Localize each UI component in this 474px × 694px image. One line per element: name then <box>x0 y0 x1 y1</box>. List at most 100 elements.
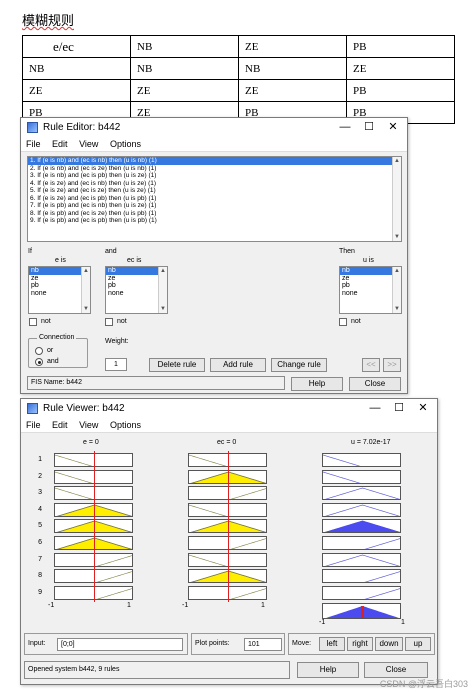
matlab-icon <box>27 122 38 133</box>
change-rule-button[interactable]: Change rule <box>271 358 327 372</box>
rule-item[interactable]: 1. If (e is nb) and (ec is nb) then (u i… <box>28 157 401 165</box>
rule-row-number: 7 <box>38 555 42 563</box>
e-mf-list[interactable]: nb ze pb none ▲ ▼ <box>28 266 91 314</box>
u-rule-plot <box>322 469 401 484</box>
or-label: or <box>47 347 54 354</box>
move-left-button[interactable]: left <box>319 637 345 651</box>
and-radio-label: and <box>47 358 59 365</box>
and-label: and <box>105 248 117 255</box>
ec-not-checkbox[interactable] <box>105 318 113 326</box>
add-rule-button[interactable]: Add rule <box>210 358 266 372</box>
maximize-icon[interactable]: ☐ <box>357 119 381 135</box>
menu-view[interactable]: View <box>74 137 102 149</box>
rule-item[interactable]: 2. If (e is nb) and (ec is ze) then (u i… <box>28 165 401 173</box>
ec-axis-max: 1 <box>261 602 265 609</box>
minimize-icon[interactable]: — <box>333 119 357 135</box>
plot-points-field[interactable]: 101 <box>244 638 282 651</box>
mf-outline <box>323 471 361 483</box>
rule-row-number: 1 <box>38 456 42 463</box>
rule-row-number: 5 <box>38 522 42 530</box>
close-button[interactable]: Close <box>349 377 401 391</box>
move-right-button[interactable]: right <box>347 637 373 651</box>
scroll-down-icon[interactable]: ▼ <box>159 305 167 313</box>
weight-label: Weight: <box>105 338 129 345</box>
u-rule-plot <box>322 502 401 517</box>
scroll-down-icon[interactable]: ▼ <box>82 305 90 313</box>
menu-options[interactable]: Options <box>105 137 145 149</box>
rule-item[interactable]: 5. If (e is ze) and (ec is ze) then (u i… <box>28 187 401 195</box>
weight-input[interactable]: 1 <box>105 358 127 371</box>
u-is-label: u is <box>363 257 374 264</box>
table-header-cell: PB <box>346 35 455 58</box>
u-mf-list[interactable]: nb ze pb none ▲ ▼ <box>339 266 402 314</box>
e-not-checkbox[interactable] <box>29 318 37 326</box>
doc-heading: 模糊规则 <box>22 13 75 28</box>
u-rule-plot <box>322 552 401 567</box>
scroll-up-icon[interactable]: ▲ <box>393 157 401 165</box>
mf-outline <box>364 588 400 599</box>
rule-list-scrollbar[interactable]: ▲ ▼ <box>392 157 401 241</box>
ec-mf-list[interactable]: nb ze pb none ▲ ▼ <box>105 266 168 314</box>
scroll-up-icon[interactable]: ▲ <box>393 267 401 275</box>
u-axis-min: -1 <box>319 619 326 626</box>
input-label: Input: <box>28 640 46 647</box>
rule-item[interactable]: 6. If (e is ze) and (ec is pb) then (u i… <box>28 195 401 203</box>
help-button[interactable]: Help <box>291 377 343 391</box>
rule-editor-menubar: File Edit View Options <box>21 137 407 152</box>
rule-item[interactable]: 4. If (e is ze) and (ec is nb) then (u i… <box>28 180 401 188</box>
or-radio[interactable] <box>35 347 43 355</box>
rule-list[interactable]: 1. If (e is nb) and (ec is nb) then (u i… <box>27 156 402 242</box>
u-rule-plot <box>322 486 401 501</box>
rule-row-number: 2 <box>38 472 42 480</box>
e-axis-max: 1 <box>127 602 131 609</box>
delete-rule-button[interactable]: Delete rule <box>149 358 205 372</box>
table-cell: PB <box>346 79 455 102</box>
close-icon[interactable]: ✕ <box>381 119 405 135</box>
output-marker <box>361 606 364 619</box>
table-header-cell: e/ec <box>22 35 131 58</box>
rule-item[interactable]: 3. If (e is nb) and (ec is pb) then (u i… <box>28 172 401 180</box>
e-input-line[interactable] <box>93 451 95 603</box>
move-down-button[interactable]: down <box>375 637 403 651</box>
table-cell: NB <box>130 57 239 80</box>
scroll-up-icon[interactable]: ▲ <box>159 267 167 275</box>
u-not-checkbox[interactable] <box>339 318 347 326</box>
prev-rule-button[interactable]: << <box>362 358 380 372</box>
menu-file[interactable]: File <box>21 137 45 149</box>
menu-edit[interactable]: Edit <box>47 137 72 149</box>
rule-item[interactable]: 7. If (e is pb) and (ec is nb) then (u i… <box>28 202 401 210</box>
rule-row-number: 3 <box>38 489 42 497</box>
output-fill <box>326 521 399 533</box>
input-field[interactable]: [0;0] <box>57 638 183 651</box>
ec-axis-min: -1 <box>182 602 189 609</box>
scroll-down-icon[interactable]: ▼ <box>393 305 401 313</box>
rule-item[interactable]: 9. If (e is pb) and (ec is pb) then (u i… <box>28 217 401 225</box>
table-cell: ZE <box>22 79 131 102</box>
u-list-scrollbar[interactable]: ▲ ▼ <box>392 267 401 313</box>
e-list-scrollbar[interactable]: ▲ ▼ <box>81 267 90 313</box>
ec-is-label: ec is <box>127 257 142 264</box>
rule-item[interactable]: 8. If (e is pb) and (ec is ze) then (u i… <box>28 210 401 218</box>
and-radio[interactable] <box>35 358 43 366</box>
ec-input-line[interactable] <box>227 451 229 603</box>
ec-list-scrollbar[interactable]: ▲ ▼ <box>158 267 167 313</box>
close-button[interactable]: Close <box>364 662 428 678</box>
u-axis-max: 1 <box>401 619 405 626</box>
help-button[interactable]: Help <box>297 662 359 678</box>
u-rule-plot <box>322 569 401 584</box>
u-rule-plot <box>322 519 401 534</box>
mf-outline <box>364 538 400 549</box>
scroll-down-icon[interactable]: ▼ <box>393 233 401 241</box>
plot-points-label: Plot points: <box>195 640 230 647</box>
scroll-up-icon[interactable]: ▲ <box>82 267 90 275</box>
move-label: Move: <box>292 640 312 647</box>
not-label: not <box>117 318 127 325</box>
u-rule-plot <box>322 585 401 600</box>
next-rule-button[interactable]: >> <box>383 358 401 372</box>
e-is-label: e is <box>55 257 66 264</box>
table-header-cell: NB <box>130 35 239 58</box>
table-cell: ZE <box>130 79 239 102</box>
move-up-button[interactable]: up <box>405 637 431 651</box>
table-header-row: e/ec NB ZE PB <box>22 35 455 58</box>
mf-outline <box>364 571 400 583</box>
